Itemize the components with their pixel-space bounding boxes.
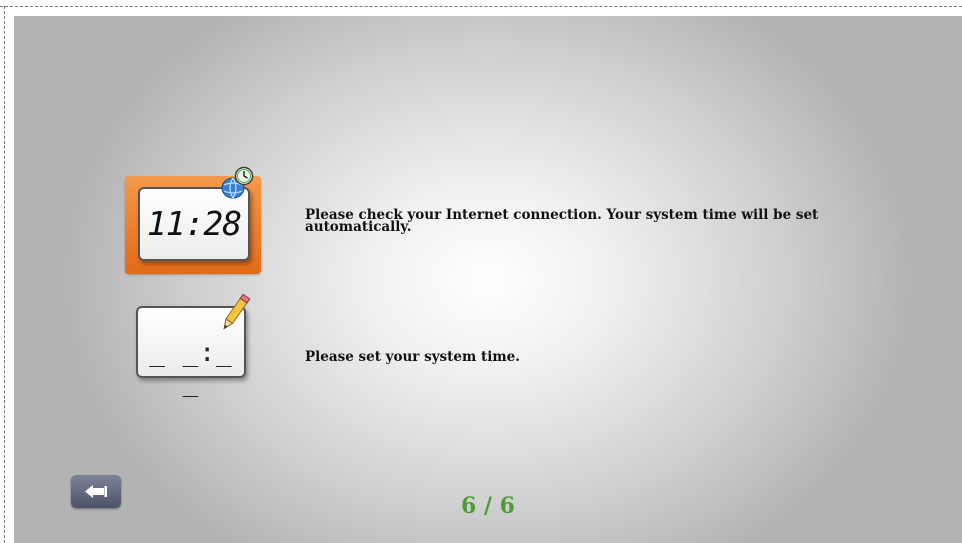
auto-time-description: Please check your Internet connection. Y… <box>305 207 819 235</box>
pencil-icon <box>223 293 251 330</box>
blank-clock-display: _ _:_ _ <box>149 338 233 398</box>
option-auto-time[interactable]: 11:28 Please check your Internet connect… <box>125 166 885 274</box>
option-manual-time[interactable]: _ _:_ _ Please set your system time. <box>125 293 885 398</box>
page-indicator: 6 / 6 <box>461 493 515 519</box>
frame-left-border <box>4 6 5 543</box>
manual-time-description: Please set your system time. <box>305 349 520 365</box>
clock-display: 11:28 <box>146 204 242 243</box>
frame-top-border <box>0 6 962 7</box>
globe-clock-icon <box>221 166 254 199</box>
setup-screen: 11:28 Please check your Internet connect… <box>14 16 962 543</box>
manual-time-tile[interactable]: _ _:_ _ <box>125 293 261 398</box>
auto-time-tile[interactable]: 11:28 <box>125 166 261 274</box>
